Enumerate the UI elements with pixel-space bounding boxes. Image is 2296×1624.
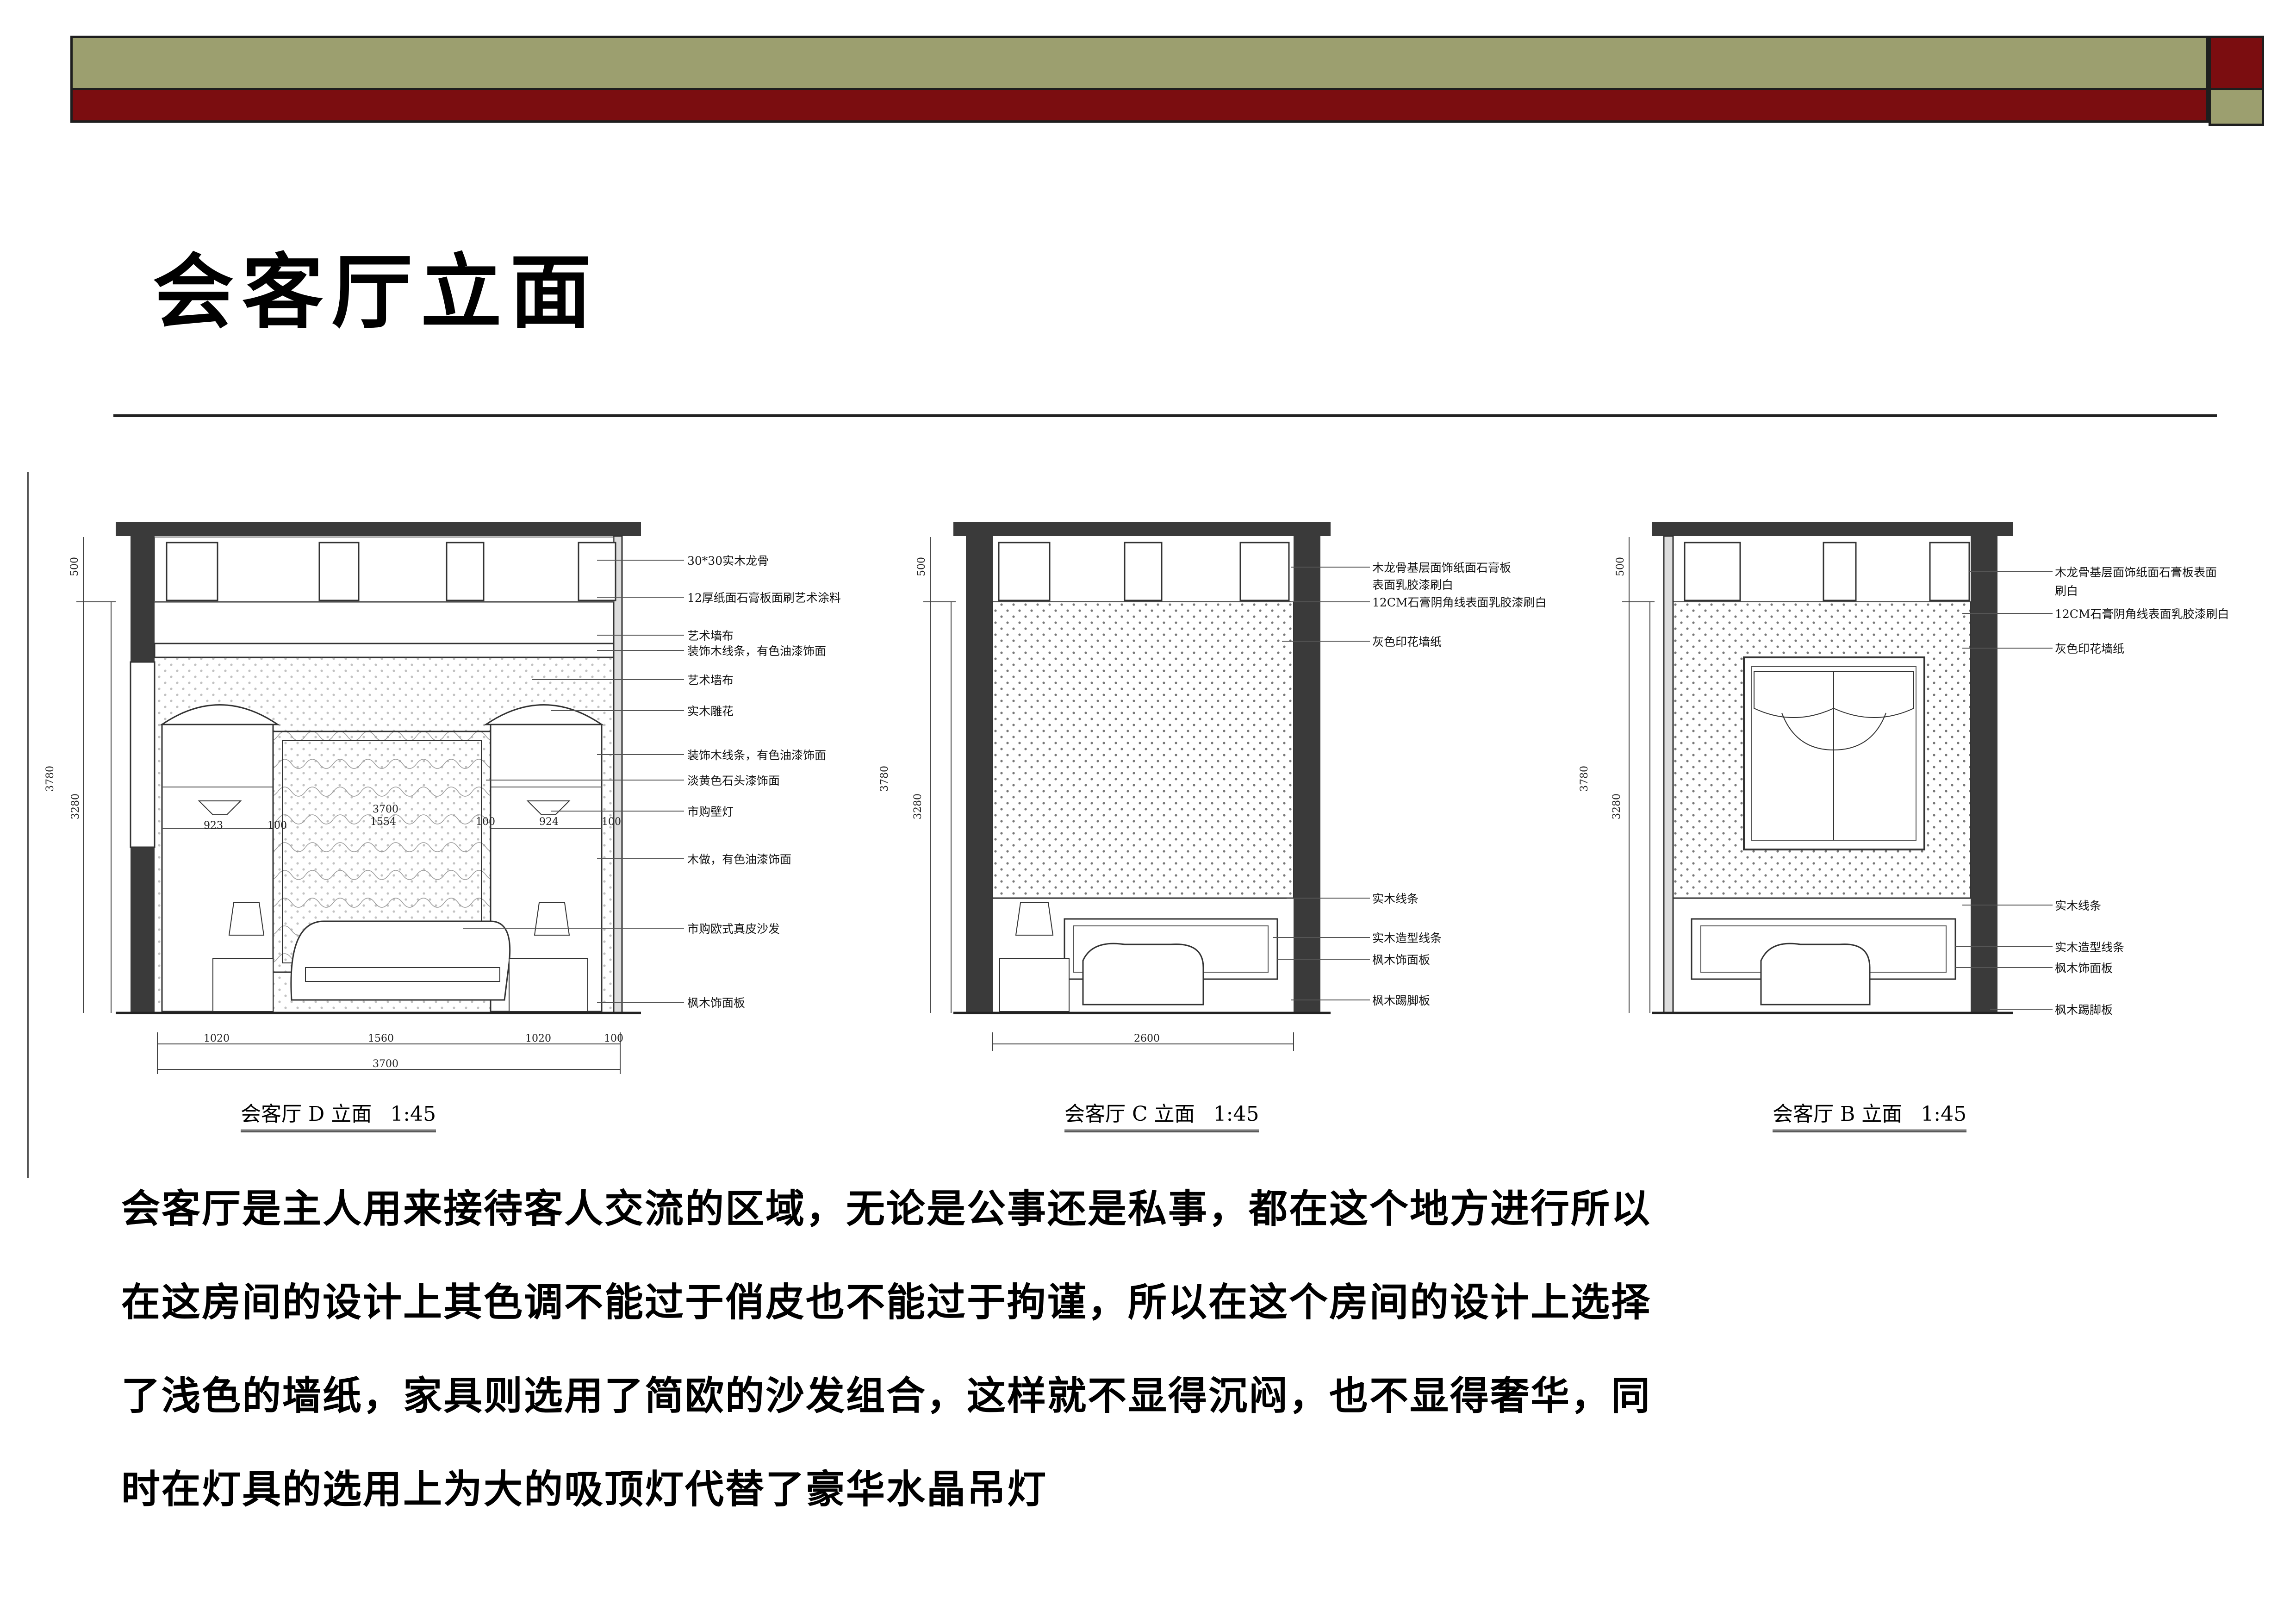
right-wall: [1294, 536, 1320, 1013]
dim-label: 1020: [204, 1033, 230, 1044]
annotation: 枫木踢脚板: [2055, 1003, 2113, 1017]
dim-label: 500: [69, 557, 81, 576]
dim-label: 500: [1615, 557, 1626, 576]
cornice: [154, 643, 615, 658]
table-lamp: [228, 902, 265, 936]
dim-label: 3700: [373, 1058, 398, 1070]
annotation: 木做，有色油漆饰面: [687, 853, 791, 866]
annotation: 枫木饰面板: [1372, 953, 1430, 967]
annotation: 实木造型线条: [2055, 941, 2124, 954]
dim-label: 3780: [44, 766, 56, 792]
description-paragraph: 会客厅是主人用来接待客人交流的区域，无论是公事还是私事，都在这个地方进行所以 在…: [121, 1162, 2204, 1536]
dim-label: 1020: [525, 1033, 551, 1044]
dim-label: 3700: [373, 804, 398, 815]
annotation: 灰色印花墙纸: [1372, 635, 1442, 649]
dim-label: 2600: [1134, 1033, 1160, 1044]
annotation: 12CM石膏阴角线表面乳胶漆刷白: [1372, 596, 1547, 609]
annotation: 艺术墙布: [687, 629, 734, 643]
description-line: 在这房间的设计上其色调不能过于俏皮也不能过于拘谨，所以在这个房间的设计上选择: [121, 1280, 1652, 1325]
dim-label: 500: [916, 557, 927, 576]
annotation: 灰色印花墙纸: [2055, 642, 2124, 656]
annotation: 实木雕花: [687, 705, 734, 718]
dim-label: 3280: [70, 793, 81, 819]
annotation: 木龙骨基层面饰纸面石膏板表面: [2055, 566, 2217, 579]
dim-label: 100: [604, 1033, 623, 1044]
left-wall: [1663, 535, 1674, 1014]
description-line: 了浅色的墙纸，家具则选用了简欧的沙发组合，这样就不显得沉闷，也不显得奢华，同: [121, 1373, 1652, 1418]
caption-elevation-d: 会客厅 D 立面 1:45: [241, 1097, 436, 1132]
elevation-drawings: 500 3780 3280 3700 1554 923 924 100 100 …: [44, 522, 2229, 1074]
side-table: [509, 958, 588, 1012]
annotation: 实木线条: [1372, 892, 1419, 906]
dim-label: 100: [476, 816, 495, 828]
ceiling-lamp: [1929, 542, 1970, 601]
dim-label: 923: [204, 820, 223, 831]
caption-scale: 1:45: [1213, 1102, 1259, 1126]
armchair: [1760, 943, 1871, 1006]
annotation: 表面乳胶漆刷白: [1372, 578, 1453, 592]
annotation: 枫木饰面板: [687, 996, 745, 1010]
annotation: 实木造型线条: [1372, 931, 1442, 945]
ceiling-slab: [953, 522, 1331, 536]
right-wall: [1971, 536, 1997, 1013]
annotation: 12CM石膏阴角线表面乳胶漆刷白: [2055, 607, 2229, 621]
elevation-b: 500 3780 3280 木龙骨基层面饰纸面石膏板表面 刷白 12CM石膏阴角…: [1579, 522, 2229, 1017]
annotation: 装饰木线条，有色油漆饰面: [687, 644, 826, 658]
dim-label: 3780: [1579, 766, 1590, 792]
caption-elevation-c: 会客厅 C 立面 1:45: [1064, 1097, 1259, 1132]
dim-label: 3280: [1611, 793, 1623, 819]
dim-label: 1554: [370, 816, 396, 828]
annotation: 实木线条: [2055, 899, 2101, 912]
annotation: 艺术墙布: [687, 674, 734, 687]
dim-label: 3280: [912, 793, 924, 819]
caption-label: 会客厅 C 立面: [1064, 1102, 1195, 1126]
annotation: 木龙骨基层面饰纸面石膏板: [1372, 561, 1511, 575]
side-table: [999, 958, 1070, 1012]
ceiling-lamp: [166, 542, 218, 601]
caption-scale: 1:45: [390, 1102, 436, 1126]
annotation: 淡黄色石头漆饰面: [687, 774, 780, 787]
dim-label: 100: [602, 816, 621, 828]
printed-wallpaper: [992, 601, 1294, 899]
ceiling-lamp: [318, 542, 360, 601]
wall-opening: [130, 661, 156, 848]
dim-label: 100: [268, 820, 287, 831]
description-line: 会客厅是主人用来接待客人交流的区域，无论是公事还是私事，都在这个地方进行所以: [121, 1186, 1652, 1231]
annotation: 12厚纸面石膏板面刷艺术涂料: [687, 591, 841, 605]
annotation: 刷白: [2055, 584, 2078, 598]
ceiling-lamp: [1684, 542, 1741, 601]
dim-label: 3780: [879, 766, 890, 792]
right-wall: [613, 535, 623, 1014]
dim-label: 1560: [368, 1033, 394, 1044]
annotation: 市购壁灯: [687, 805, 734, 818]
caption-label: 会客厅 D 立面: [241, 1102, 372, 1126]
left-wall: [966, 536, 993, 1013]
table-lamp: [1015, 902, 1054, 936]
annotation: 市购欧式真皮沙发: [687, 922, 780, 936]
ceiling-lamp: [1239, 542, 1290, 601]
caption-label: 会客厅 B 立面: [1773, 1102, 1903, 1126]
ceiling-lamp: [1823, 542, 1857, 601]
caption-elevation-b: 会客厅 B 立面 1:45: [1773, 1097, 1967, 1132]
dim-label: 924: [539, 816, 559, 828]
leather-sofa: [290, 920, 511, 1001]
ceiling-lamp: [446, 542, 485, 601]
elevation-c: 500 3780 3280 2600 木龙骨基层面饰纸面石膏板 表面乳胶漆刷白 …: [879, 522, 1547, 1051]
ceiling-lamp: [1124, 542, 1163, 601]
annotation: 装饰木线条，有色油漆饰面: [687, 749, 826, 762]
table-lamp: [534, 902, 570, 936]
ceiling-slab: [116, 522, 641, 536]
caption-scale: 1:45: [1921, 1102, 1967, 1126]
ceiling-lamp: [998, 542, 1051, 601]
ceiling-lamp: [578, 542, 616, 601]
annotation: 枫木踢脚板: [1372, 994, 1430, 1007]
annotation: 枫木饰面板: [2055, 962, 2113, 975]
description-line: 时在灯具的选用上为大的吸顶灯代替了豪华水晶吊灯: [121, 1467, 1048, 1512]
elevation-d: 500 3780 3280 3700 1554 923 924 100 100 …: [44, 522, 841, 1074]
armchair: [1082, 943, 1204, 1006]
annotation: 30*30实木龙骨: [687, 554, 769, 568]
side-table: [212, 958, 274, 1012]
ceiling-slab: [1652, 522, 2013, 536]
